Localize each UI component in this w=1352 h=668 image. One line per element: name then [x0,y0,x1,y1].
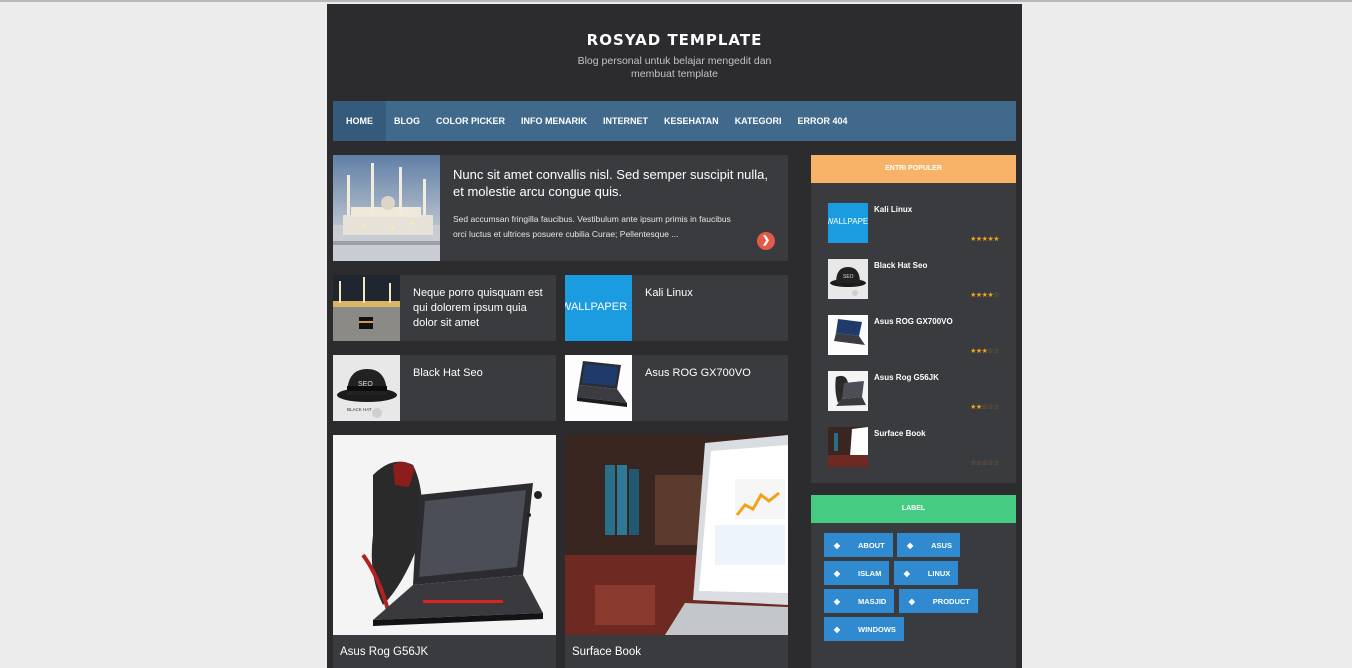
nav-item-kategori[interactable]: KATEGORI [727,101,790,141]
star-empty-icon: ☆ [993,292,999,299]
star-rating: ★★★★★ [970,235,999,243]
tag-product[interactable]: ◆ PRODUCT [898,589,978,613]
popular-posts-widget: ENTRI POPULER WALLPAPER Kali Linux ★★★★★… [811,155,1016,483]
tag-icon: ◆ [903,568,910,578]
thumbnail-text: WALLPAPER [565,301,628,313]
post-title[interactable]: Neque porro quisquam est qui dolorem ips… [413,286,551,331]
star-rating: ★★★★☆ [970,291,999,299]
post-title[interactable]: Kali Linux [645,286,783,301]
tag-icon: ◆ [833,596,841,606]
site-title[interactable]: ROSYAD TEMPLATE [327,31,1022,49]
tag-asus[interactable]: ◆ ASUS [897,533,960,557]
thumbnail-text: SEO [358,381,373,388]
page-wrapper: ROSYAD TEMPLATE Blog personal untuk bela… [327,4,1022,668]
main-nav: HOME BLOG COLOR PICKER INFO MENARIK INTE… [333,101,1016,141]
post-title[interactable]: Black Hat Seo [413,366,551,381]
post-card: WALLPAPER Kali Linux [565,275,788,341]
tag-islam[interactable]: ◆ ISLAM [824,561,890,585]
tag-label: WINDOWS [858,624,896,634]
post-card: Neque porro quisquam est qui dolorem ips… [333,275,556,341]
star-rating: ★★★☆☆ [970,347,999,355]
tag-label: MASJID [858,596,887,606]
star-empty-icon: ☆ [993,460,999,467]
chevron-right-icon[interactable]: ❯ [757,232,775,250]
nav-item-error-404[interactable]: ERROR 404 [790,101,856,141]
widget-heading: ENTRI POPULER [811,155,1016,183]
post-title[interactable]: Asus ROG GX700VO [645,366,783,381]
post-card: Asus ROG GX700VO [565,355,788,421]
label-widget: LABEL ◆ ABOUT ◆ ASUS ◆ ISLAM ◆ LINUX ◆ MASJID… [811,495,1016,668]
popular-post-item[interactable]: Asus Rog G56JK ★★☆☆☆ [828,371,999,427]
popular-post-item[interactable]: Surface Book ☆☆☆☆☆ [828,427,999,483]
post-thumbnail[interactable] [565,435,788,635]
site-description: Blog personal untuk belajar mengedit dan… [577,55,772,80]
nav-item-blog[interactable]: BLOG [386,101,428,141]
star-rating: ★★☆☆☆ [970,403,999,411]
thumbnail-text: WALLPAPER [828,217,868,226]
big-post-card: Surface Book [565,435,788,668]
tag-about[interactable]: ◆ ABOUT [824,533,893,557]
featured-post-title[interactable]: Nunc sit amet convallis nisl. Sed semper… [453,166,778,200]
tag-icon: ◆ [833,624,841,634]
tag-masjid[interactable]: ◆ MASJID [824,589,895,613]
post-thumbnail[interactable]: SEO BLACK HAT [333,355,400,421]
tag-icon: ◆ [907,540,914,550]
post-title[interactable]: Asus Rog G56JK [340,646,428,658]
nav-item-kesehatan[interactable]: KESEHATAN [656,101,727,141]
tag-icon: ◆ [908,596,915,606]
tag-label: PRODUCT [932,596,970,606]
tag-cloud: ◆ ABOUT ◆ ASUS ◆ ISLAM ◆ LINUX ◆ MASJID ◆ PROD… [824,533,1009,645]
popular-post-title[interactable]: Asus ROG GX700VO [874,317,953,326]
star-empty-icon: ☆ [970,460,976,467]
post-thumbnail[interactable] [565,355,632,421]
tag-label: ASUS [931,540,952,550]
popular-post-item[interactable]: Asus ROG GX700VO ★★★☆☆ [828,315,999,371]
star-empty-icon: ☆ [993,348,999,355]
star-empty-icon: ☆ [975,460,982,467]
popular-post-thumbnail[interactable]: SEO [828,259,868,299]
popular-post-thumbnail[interactable] [828,427,868,467]
tag-label: LINUX [927,568,951,578]
popular-post-item[interactable]: WALLPAPER Kali Linux ★★★★★ [828,203,999,259]
featured-post: Nunc sit amet convallis nisl. Sed semper… [333,155,788,261]
star-rating: ☆☆☆☆☆ [970,459,999,467]
tag-linux[interactable]: ◆ LINUX [893,561,959,585]
widget-heading: LABEL [811,495,1016,523]
thumbnail-text: SEO [843,274,854,280]
post-title[interactable]: Surface Book [572,646,641,658]
popular-post-title[interactable]: Asus Rog G56JK [874,373,939,382]
tag-icon: ◆ [833,568,841,578]
popular-post-thumbnail[interactable]: WALLPAPER [828,203,868,243]
popular-post-title[interactable]: Black Hat Seo [874,261,927,270]
popular-post-thumbnail[interactable] [828,315,868,355]
popular-post-title[interactable]: Surface Book [874,429,926,438]
nav-item-home[interactable]: HOME [333,101,386,141]
nav-item-color-picker[interactable]: COLOR PICKER [428,101,513,141]
featured-post-excerpt: Sed accumsan fringilla faucibus. Vestibu… [453,214,731,239]
post-thumbnail[interactable] [333,275,400,341]
post-thumbnail[interactable] [333,435,556,635]
popular-post-item[interactable]: SEO Black Hat Seo ★★★★☆ [828,259,999,315]
tag-icon: ◆ [833,540,841,550]
post-thumbnail[interactable]: WALLPAPER [565,275,632,341]
popular-post-thumbnail[interactable] [828,371,868,411]
nav-item-internet[interactable]: INTERNET [595,101,656,141]
tag-windows[interactable]: ◆ WINDOWS [824,617,904,641]
star-empty-icon: ☆ [993,404,999,411]
post-card: SEO BLACK HAT Black Hat Seo [333,355,556,421]
blog-header: ROSYAD TEMPLATE Blog personal untuk bela… [327,4,1022,101]
star-filled-icon: ★ [975,404,982,411]
tag-label: ISLAM [858,568,882,578]
thumbnail-caption: BLACK HAT [347,407,372,412]
nav-item-info-menarik[interactable]: INFO MENARIK [513,101,595,141]
featured-post-thumbnail[interactable] [333,155,440,261]
popular-post-title[interactable]: Kali Linux [874,205,912,214]
star-filled-icon: ★ [993,236,999,243]
big-post-card: Asus Rog G56JK [333,435,556,668]
tag-label: ABOUT [858,540,885,550]
